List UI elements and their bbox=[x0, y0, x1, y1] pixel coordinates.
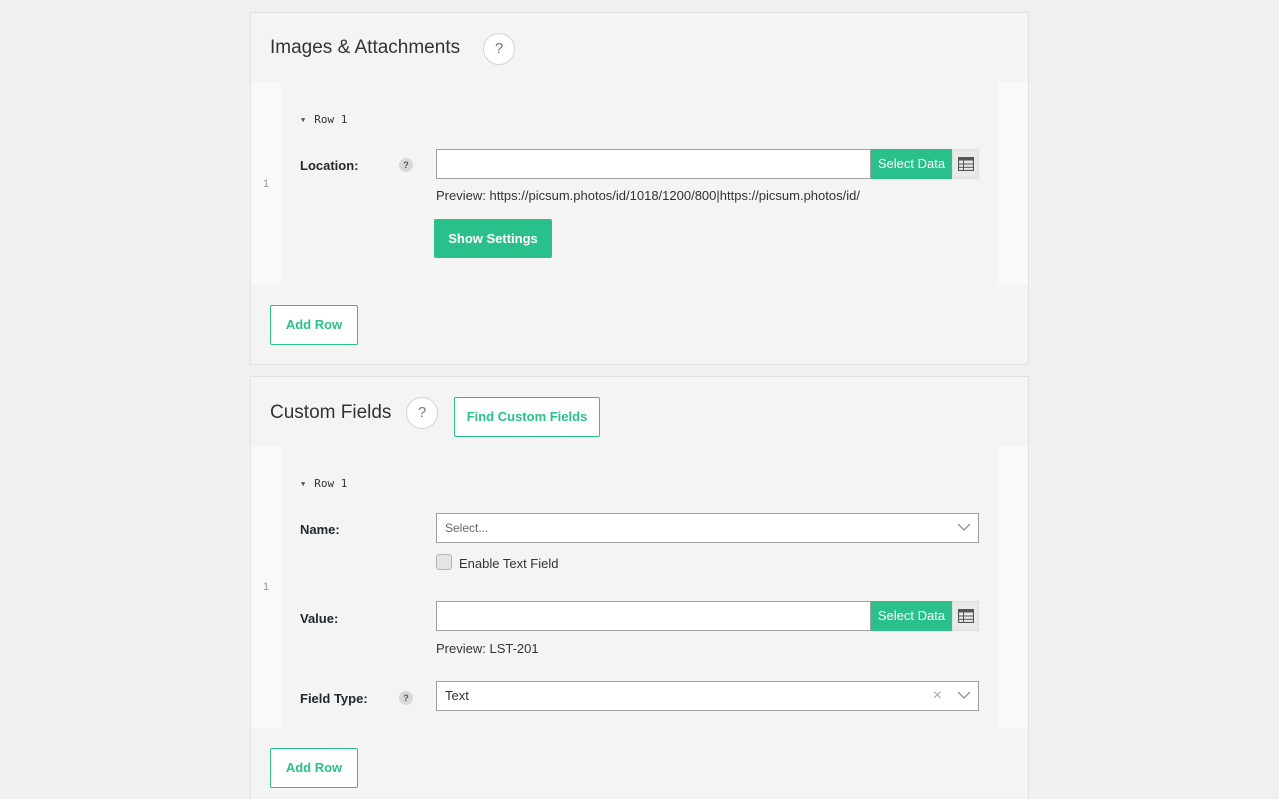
row-actions-gutter bbox=[998, 446, 1028, 728]
row-body: ▼ Row 1 Name: Select... Enable Text Field… bbox=[281, 446, 998, 728]
row-number-gutter[interactable]: 1 bbox=[251, 82, 281, 285]
field-type-help-icon[interactable]: ? bbox=[399, 691, 413, 705]
row-toggle-label: Row 1 bbox=[314, 477, 348, 490]
value-preview: Preview: LST-201 bbox=[436, 641, 539, 656]
value-select-data-button[interactable]: Select Data bbox=[871, 601, 952, 631]
clear-selection-icon[interactable]: × bbox=[933, 682, 942, 710]
value-input[interactable] bbox=[436, 601, 871, 631]
custom-fields-add-row-button[interactable]: Add Row bbox=[270, 748, 358, 788]
row-body: ▼ Row 1 Location: ? Select Data Preview: … bbox=[281, 82, 998, 285]
location-label: Location: bbox=[300, 158, 359, 173]
enable-text-field-label: Enable Text Field bbox=[459, 556, 559, 571]
row-toggle-label: Row 1 bbox=[314, 113, 348, 126]
field-type-label: Field Type: bbox=[300, 691, 368, 706]
location-preview: Preview: https://picsum.photos/id/1018/1… bbox=[436, 188, 860, 203]
images-attachments-panel: Images & Attachments ? 1 ▼ Row 1 Location… bbox=[250, 12, 1029, 365]
name-label: Name: bbox=[300, 522, 340, 537]
row-actions-gutter bbox=[998, 82, 1028, 285]
caret-down-icon: ▼ bbox=[301, 480, 306, 488]
enable-text-field-checkbox[interactable] bbox=[436, 554, 452, 570]
images-add-row-button[interactable]: Add Row bbox=[270, 305, 358, 345]
value-table-icon-button[interactable] bbox=[952, 601, 979, 631]
chevron-down-icon bbox=[957, 691, 971, 700]
location-table-icon-button[interactable] bbox=[952, 149, 979, 179]
images-panel-title: Images & Attachments bbox=[270, 37, 461, 58]
custom-fields-help-icon[interactable]: ? bbox=[406, 397, 438, 429]
field-type-select[interactable]: Text × bbox=[436, 681, 979, 711]
location-input[interactable] bbox=[436, 149, 871, 179]
row-toggle[interactable]: ▼ Row 1 bbox=[301, 113, 347, 126]
row-number-gutter[interactable]: 1 bbox=[251, 446, 281, 728]
images-repeater-row: 1 ▼ Row 1 Location: ? Select Data Preview… bbox=[251, 82, 1028, 285]
table-icon bbox=[958, 157, 974, 171]
row-toggle[interactable]: ▼ Row 1 bbox=[301, 477, 347, 490]
name-select-placeholder: Select... bbox=[445, 521, 489, 535]
row-number: 1 bbox=[263, 581, 270, 593]
name-select[interactable]: Select... bbox=[436, 513, 979, 543]
custom-fields-panel-title: Custom Fields bbox=[270, 402, 392, 423]
show-settings-button[interactable]: Show Settings bbox=[434, 219, 552, 258]
table-icon bbox=[958, 609, 974, 623]
custom-fields-repeater-row: 1 ▼ Row 1 Name: Select... Enable Text Fie… bbox=[251, 446, 1028, 728]
chevron-down-icon bbox=[957, 523, 971, 532]
images-help-icon[interactable]: ? bbox=[483, 33, 515, 65]
find-custom-fields-button[interactable]: Find Custom Fields bbox=[454, 397, 600, 437]
row-number: 1 bbox=[263, 177, 270, 190]
location-help-icon[interactable]: ? bbox=[399, 158, 413, 172]
field-type-selected-value: Text bbox=[445, 688, 469, 703]
value-label: Value: bbox=[300, 611, 339, 626]
location-select-data-button[interactable]: Select Data bbox=[871, 149, 952, 179]
custom-fields-panel: Custom Fields ? Find Custom Fields 1 ▼ Ro… bbox=[250, 376, 1029, 799]
caret-down-icon: ▼ bbox=[301, 116, 306, 124]
